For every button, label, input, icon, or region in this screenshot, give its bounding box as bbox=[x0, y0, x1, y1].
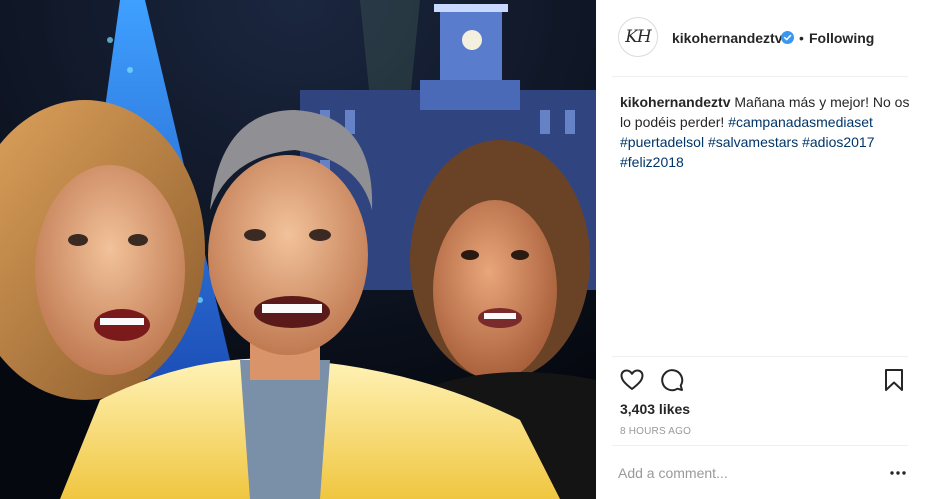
header-divider bbox=[612, 76, 908, 77]
verified-icon bbox=[781, 31, 794, 44]
action-bar bbox=[596, 364, 928, 396]
avatar-initials: KH bbox=[625, 27, 652, 47]
hashtag-link[interactable]: #puertadelsol bbox=[620, 134, 704, 150]
following-button[interactable]: Following bbox=[809, 30, 874, 46]
hashtag-link[interactable]: #feliz2018 bbox=[620, 154, 684, 170]
heart-icon[interactable] bbox=[620, 368, 644, 392]
bookmark-icon[interactable] bbox=[882, 368, 906, 392]
actions-divider bbox=[612, 356, 908, 357]
username-link[interactable]: kikohernandeztv bbox=[672, 30, 782, 46]
post-photo[interactable] bbox=[0, 0, 596, 499]
post-sidebar: KH kikohernandeztv • Following kikoherna… bbox=[596, 0, 928, 499]
comment-input[interactable] bbox=[618, 462, 868, 484]
comment-icon[interactable] bbox=[660, 368, 684, 392]
selfie-image bbox=[0, 0, 596, 499]
post-timestamp[interactable]: 8 HOURS AGO bbox=[620, 426, 691, 437]
hashtag-link[interactable]: #adios2017 bbox=[802, 134, 874, 150]
instagram-post: KH kikohernandeztv • Following kikoherna… bbox=[0, 0, 928, 499]
avatar[interactable]: KH bbox=[618, 17, 658, 57]
hashtag-link[interactable]: #campanadasmediaset bbox=[728, 114, 873, 130]
likes-count[interactable]: 3,403 likes bbox=[620, 401, 690, 417]
more-options-icon bbox=[890, 471, 906, 475]
post-caption: kikohernandeztv Mañana más y mejor! No o… bbox=[620, 92, 912, 172]
comment-divider bbox=[612, 445, 908, 446]
caption-username[interactable]: kikohernandeztv bbox=[620, 94, 730, 110]
post-header: KH kikohernandeztv • Following bbox=[596, 0, 928, 76]
more-options-button[interactable] bbox=[886, 462, 910, 484]
hashtag-link[interactable]: #salvamestars bbox=[708, 134, 798, 150]
separator-dot: • bbox=[799, 30, 804, 46]
